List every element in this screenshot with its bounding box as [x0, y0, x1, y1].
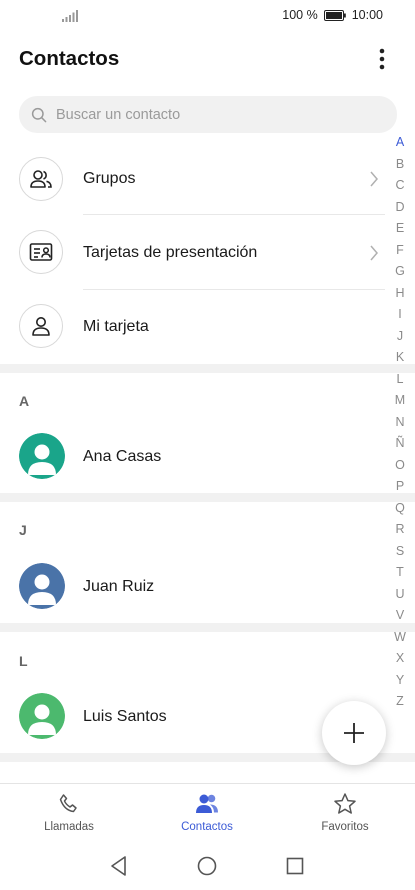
- bottom-navigation: Llamadas Contactos Favoritos: [0, 783, 415, 844]
- plus-icon: [344, 723, 364, 743]
- index-letter[interactable]: T: [396, 562, 404, 584]
- groups-row[interactable]: Grupos: [0, 155, 385, 203]
- shortcut-label-groups: Grupos: [83, 170, 136, 187]
- tab-calls[interactable]: Llamadas: [14, 792, 124, 833]
- index-letter[interactable]: R: [395, 519, 404, 541]
- phone-icon: [59, 794, 77, 813]
- index-letter[interactable]: Ñ: [395, 433, 404, 455]
- more-vertical-icon: [379, 48, 385, 70]
- business-cards-row[interactable]: Tarjetas de presentación: [0, 229, 385, 277]
- index-letter[interactable]: F: [396, 240, 404, 262]
- shortcut-label-my-card: Mi tarjeta: [83, 318, 149, 335]
- index-letter[interactable]: Z: [396, 691, 404, 713]
- index-letter[interactable]: G: [395, 261, 405, 283]
- index-letter[interactable]: V: [396, 605, 404, 627]
- section-header-a: A: [19, 393, 30, 409]
- contacts-icon: [196, 794, 218, 813]
- contact-name: Ana Casas: [83, 448, 162, 465]
- search-input[interactable]: Buscar un contacto: [19, 96, 397, 133]
- person-icon: [19, 304, 63, 348]
- index-letter[interactable]: O: [395, 455, 405, 477]
- tab-label-favorites: Favoritos: [321, 821, 369, 833]
- signal-icon: [62, 10, 78, 22]
- index-letter[interactable]: X: [396, 648, 404, 670]
- index-letter[interactable]: J: [397, 326, 403, 348]
- contact-row[interactable]: Ana Casas: [0, 432, 385, 480]
- index-letter[interactable]: D: [395, 197, 404, 219]
- index-letter[interactable]: P: [396, 476, 404, 498]
- index-letter[interactable]: U: [395, 584, 404, 606]
- recents-icon[interactable]: [284, 855, 306, 877]
- home-icon[interactable]: [196, 855, 218, 877]
- index-letter[interactable]: L: [397, 369, 404, 391]
- divider: [83, 214, 385, 215]
- chevron-right-icon: [370, 171, 378, 187]
- contact-row[interactable]: Juan Ruiz: [0, 562, 385, 610]
- index-letter[interactable]: Q: [395, 498, 405, 520]
- search-icon: [31, 107, 47, 122]
- index-letter[interactable]: N: [395, 412, 404, 434]
- more-options-button[interactable]: [368, 44, 396, 74]
- section-header-l: L: [19, 653, 28, 669]
- status-bar: 100 % 10:00: [0, 0, 415, 32]
- index-letter[interactable]: C: [395, 175, 404, 197]
- index-letter[interactable]: H: [395, 283, 404, 305]
- clock: 10:00: [351, 8, 383, 22]
- group-icon: [19, 157, 63, 201]
- index-letter[interactable]: I: [398, 304, 401, 326]
- alphabet-index[interactable]: ABCDEFGHIJKLMNÑOPQRSTUVWXYZ: [390, 132, 410, 713]
- page-title: Contactos: [19, 47, 120, 70]
- index-letter[interactable]: W: [394, 627, 406, 649]
- my-card-row[interactable]: Mi tarjeta: [0, 303, 385, 351]
- tab-label-contacts: Contactos: [181, 821, 233, 833]
- star-icon: [334, 793, 356, 814]
- tab-favorites[interactable]: Favoritos: [290, 792, 400, 833]
- section-header-j: J: [19, 522, 27, 538]
- shortcut-label-business-cards: Tarjetas de presentación: [83, 244, 258, 261]
- index-letter[interactable]: Y: [396, 670, 404, 692]
- system-navigation: [0, 843, 415, 890]
- section-separator: [0, 623, 415, 632]
- battery-icon: [323, 9, 346, 21]
- index-letter[interactable]: B: [396, 154, 404, 176]
- section-separator: [0, 364, 415, 373]
- index-letter[interactable]: S: [396, 541, 404, 563]
- contact-name: Luis Santos: [83, 708, 167, 725]
- tab-label-calls: Llamadas: [44, 821, 94, 833]
- chevron-right-icon: [370, 245, 378, 261]
- index-letter[interactable]: K: [396, 347, 404, 369]
- business-card-icon: [19, 230, 63, 274]
- contact-name: Juan Ruiz: [83, 578, 155, 595]
- search-placeholder: Buscar un contacto: [56, 106, 181, 123]
- index-letter[interactable]: M: [395, 390, 405, 412]
- avatar: [19, 693, 65, 739]
- avatar: [19, 433, 65, 479]
- section-separator: [0, 493, 415, 502]
- add-contact-button[interactable]: [322, 701, 386, 765]
- tab-contacts[interactable]: Contactos: [152, 792, 262, 833]
- index-letter[interactable]: A: [396, 132, 404, 154]
- battery-percent: 100 %: [282, 8, 318, 22]
- index-letter[interactable]: E: [396, 218, 404, 240]
- avatar: [19, 563, 65, 609]
- divider: [83, 289, 385, 290]
- back-icon[interactable]: [108, 855, 130, 877]
